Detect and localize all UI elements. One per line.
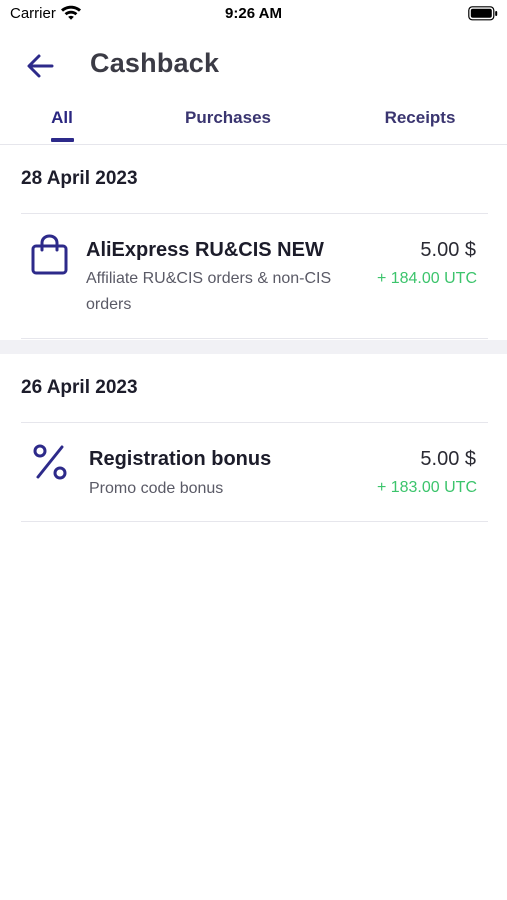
clock: 9:26 AM (225, 5, 282, 22)
item-utc-reward: + 184.00 UTC (376, 270, 477, 287)
active-tab-indicator (51, 138, 74, 142)
status-bar: Carrier 9:26 AM (0, 0, 507, 28)
list-item[interactable]: AliExpress RU&CIS NEW Affiliate RU&CIS o… (0, 214, 507, 338)
section-date: 28 April 2023 (21, 168, 138, 189)
item-amount: 5.00 $ (420, 448, 476, 470)
divider (21, 521, 488, 522)
tab-receipts[interactable]: Receipts (372, 108, 468, 128)
item-amount: 5.00 $ (420, 239, 476, 261)
tab-bar: All Purchases Receipts (0, 98, 507, 145)
back-button[interactable] (22, 48, 58, 84)
battery-icon (468, 6, 498, 26)
shopping-bag-icon (30, 234, 70, 281)
section-separator (0, 340, 507, 354)
divider (21, 338, 488, 339)
tab-all[interactable]: All (40, 108, 84, 128)
section-date: 26 April 2023 (21, 377, 138, 398)
item-title: AliExpress RU&CIS NEW (86, 239, 324, 261)
item-title: Registration bonus (89, 448, 272, 470)
tab-purchases[interactable]: Purchases (168, 108, 288, 128)
list-item[interactable]: Registration bonus Promo code bonus 5.00… (0, 423, 507, 521)
arrow-left-icon (22, 54, 58, 88)
item-subtitle: Affiliate RU&CIS orders & non-CIS orders (86, 270, 332, 313)
item-subtitle: Promo code bonus (89, 480, 224, 497)
page-title: Cashback (90, 48, 220, 78)
percent-icon (32, 443, 68, 486)
header: Cashback (0, 40, 507, 90)
item-utc-reward: + 183.00 UTC (376, 479, 477, 496)
